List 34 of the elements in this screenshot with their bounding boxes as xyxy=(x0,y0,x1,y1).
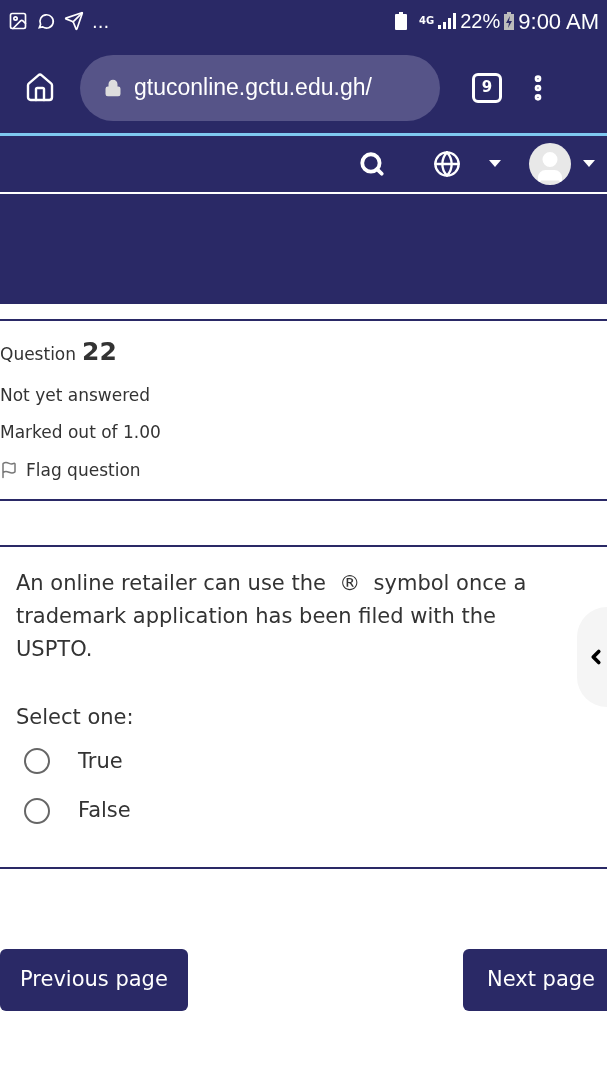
battery-saver-icon xyxy=(395,12,408,30)
battery-charging-icon xyxy=(504,12,515,30)
search-icon[interactable] xyxy=(359,151,385,177)
clock: 9:00 AM xyxy=(518,7,599,36)
flag-icon xyxy=(0,461,18,480)
caret-icon[interactable] xyxy=(489,160,501,168)
send-icon xyxy=(64,11,84,31)
network-type: 4G xyxy=(419,16,435,26)
next-page-button[interactable]: Next page xyxy=(462,948,607,1011)
radio-button[interactable] xyxy=(24,797,50,824)
globe-icon[interactable] xyxy=(433,150,461,178)
question-marks: Marked out of 1.00 xyxy=(0,421,162,444)
address-bar[interactable]: gtuconline.gctu.edu.gh/ xyxy=(80,54,440,121)
radio-option[interactable]: True xyxy=(16,745,591,777)
question-label: Question xyxy=(0,343,77,366)
url-text: gtuconline.gctu.edu.gh/ xyxy=(134,73,372,103)
battery-percent: 22% xyxy=(460,9,501,34)
image-icon xyxy=(8,11,28,31)
radio-button[interactable] xyxy=(24,748,50,775)
signal-icon xyxy=(438,13,457,29)
question-number: 22 xyxy=(82,336,117,368)
previous-page-button[interactable]: Previous page xyxy=(0,948,188,1011)
question-status: Not yet answered xyxy=(0,383,152,407)
avatar[interactable] xyxy=(529,143,571,185)
select-prompt: Select one: xyxy=(16,704,135,731)
radio-option[interactable]: False xyxy=(16,795,591,827)
chat-bubble-icon xyxy=(36,11,56,31)
caret-icon[interactable] xyxy=(583,160,595,168)
overflow-indicator: ... xyxy=(92,9,110,34)
lock-icon xyxy=(104,78,122,97)
flag-question-link[interactable]: Flag question xyxy=(0,457,607,483)
question-text: An online retailer can use the ® symbol once a trademark application has been filed with the USPTO. xyxy=(16,570,528,663)
home-icon[interactable] xyxy=(24,71,56,104)
tab-count-button[interactable]: 9 xyxy=(472,72,502,103)
